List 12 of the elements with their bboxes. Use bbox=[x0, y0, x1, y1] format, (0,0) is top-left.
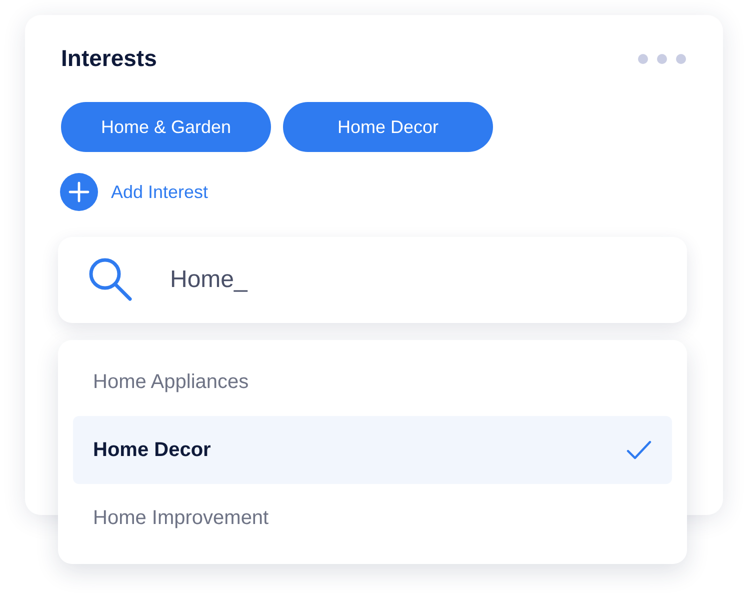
interest-tag[interactable]: Home Decor bbox=[283, 102, 493, 152]
plus-icon bbox=[60, 173, 98, 211]
more-menu-icon[interactable] bbox=[637, 52, 687, 64]
dropdown-option[interactable]: Home Improvement bbox=[73, 484, 672, 552]
card-title: Interests bbox=[61, 45, 157, 72]
dropdown-option[interactable]: Home Decor bbox=[73, 416, 672, 484]
interest-tag[interactable]: Home & Garden bbox=[61, 102, 271, 152]
search-value: Home_ bbox=[170, 266, 248, 294]
search-field[interactable]: Home_ bbox=[58, 237, 687, 323]
checkmark-icon bbox=[626, 440, 652, 460]
dropdown-option[interactable]: Home Appliances bbox=[73, 348, 672, 416]
add-interest-button[interactable]: Add Interest bbox=[60, 173, 208, 211]
